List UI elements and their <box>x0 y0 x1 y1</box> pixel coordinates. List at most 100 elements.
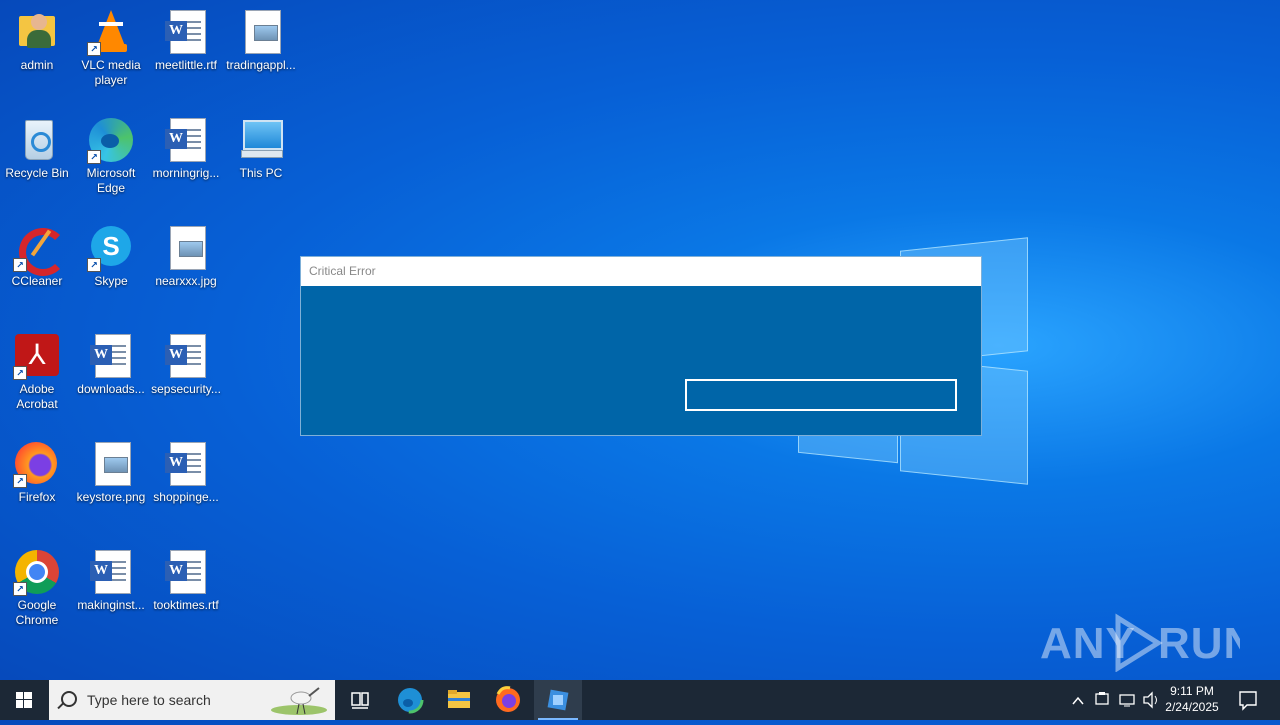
desktop-icon-morningrig[interactable]: W morningrig... <box>149 116 223 181</box>
search-highlight-bird-icon <box>271 687 327 715</box>
acrobat-icon: ⅄ ↗ <box>13 332 61 380</box>
desktop-icon-tradingappl[interactable]: tradingappl... <box>224 8 298 73</box>
taskbar-edge-button[interactable] <box>386 680 434 720</box>
svg-text:RUN: RUN <box>1158 619 1240 668</box>
taskbar: Type here to search 9:11 PM 2/24/2025 <box>0 680 1280 720</box>
desktop-icon-this-pc[interactable]: This PC <box>224 116 298 181</box>
word-document-icon: W <box>162 548 210 596</box>
shortcut-arrow-icon: ↗ <box>87 42 101 56</box>
desktop-icon-tooktimes[interactable]: W tooktimes.rtf <box>149 548 223 613</box>
clock-date: 2/24/2025 <box>1165 700 1219 714</box>
task-view-icon <box>351 692 369 709</box>
chrome-icon: ↗ <box>13 548 61 596</box>
desktop-icon-label: Firefox <box>18 490 56 504</box>
desktop-icon-label: keystore.png <box>76 490 146 504</box>
word-document-icon: W <box>162 440 210 488</box>
desktop-icon-keystore[interactable]: keystore.png <box>74 440 148 505</box>
desktop-icon-label: downloads... <box>77 382 145 396</box>
app-icon <box>547 689 569 711</box>
taskbar-active-app-button[interactable] <box>534 680 582 720</box>
desktop-icon-meetlittle[interactable]: W meetlittle.rtf <box>149 8 223 73</box>
desktop-icon-label: admin <box>20 58 54 72</box>
desktop-icon-adobe-acrobat[interactable]: ⅄ ↗ Adobe Acrobat <box>0 332 74 412</box>
desktop-icon-google-chrome[interactable]: ↗ Google Chrome <box>0 548 74 628</box>
desktop-icon-admin[interactable]: admin <box>0 8 74 73</box>
user-folder-icon <box>13 8 61 56</box>
dialog-title: Critical Error <box>301 257 981 286</box>
notification-icon <box>1239 691 1257 711</box>
dialog-action-button[interactable] <box>685 379 957 411</box>
desktop-icon-label: nearxxx.jpg <box>155 274 217 288</box>
desktop-icon-vlc[interactable]: ↗ VLC media player <box>74 8 148 88</box>
desktop-icon-label: Adobe Acrobat <box>16 382 58 411</box>
word-document-icon: W <box>162 116 210 164</box>
action-center-button[interactable] <box>1224 680 1272 720</box>
desktop-icon-microsoft-edge[interactable]: ↗ Microsoft Edge <box>74 116 148 196</box>
taskbar-file-explorer-button[interactable] <box>435 680 483 720</box>
taskbar-clock[interactable]: 9:11 PM 2/24/2025 <box>1160 683 1224 715</box>
shortcut-arrow-icon: ↗ <box>13 582 27 596</box>
anyrun-logo-icon: ANY RUN <box>1040 613 1255 673</box>
taskbar-firefox-button[interactable] <box>484 680 532 720</box>
word-document-icon: W <box>162 8 210 56</box>
ccleaner-icon: ↗ <box>13 224 67 276</box>
desktop-icon-label: morningrig... <box>152 166 220 180</box>
meet-now-icon[interactable] <box>1095 692 1109 705</box>
desktop-icon-label: Google Chrome <box>15 598 59 627</box>
svg-text:ANY: ANY <box>1040 619 1136 668</box>
desktop-icon-nearxxx[interactable]: nearxxx.jpg <box>149 224 223 289</box>
desktop-icon-downloads[interactable]: W downloads... <box>74 332 148 397</box>
shortcut-arrow-icon: ↗ <box>13 258 27 272</box>
volume-icon[interactable] <box>1143 691 1157 709</box>
recycle-bin-icon <box>13 116 61 164</box>
windows-logo-icon <box>16 692 32 708</box>
desktop-icon-label: tooktimes.rtf <box>153 598 219 612</box>
task-view-button[interactable] <box>336 680 384 720</box>
critical-error-dialog: Critical Error <box>300 256 982 436</box>
desktop-icon-label: makinginst... <box>77 598 145 612</box>
start-button[interactable] <box>0 680 48 720</box>
tray-icons <box>1072 691 1157 709</box>
skype-icon: S ↗ <box>87 224 135 272</box>
desktop-icon-label: Recycle Bin <box>5 166 69 180</box>
desktop-icon-label: Microsoft Edge <box>86 166 136 195</box>
shortcut-arrow-icon: ↗ <box>87 150 101 164</box>
desktop-icon-label: This PC <box>239 166 283 180</box>
desktop-icon-skype[interactable]: S ↗ Skype <box>74 224 148 289</box>
desktop-icon-makinginst[interactable]: W makinginst... <box>74 548 148 613</box>
clock-time: 9:11 PM <box>1170 684 1214 698</box>
desktop-icon-recycle-bin[interactable]: Recycle Bin <box>0 116 74 181</box>
search-placeholder: Type here to search <box>87 692 211 708</box>
computer-icon <box>237 116 285 164</box>
system-tray <box>1068 680 1164 720</box>
edge-icon: ↗ <box>87 116 135 164</box>
desktop-icon-label: tradingappl... <box>226 58 296 72</box>
image-file-icon <box>87 440 135 488</box>
shortcut-arrow-icon: ↗ <box>87 258 101 272</box>
file-explorer-icon <box>448 690 470 708</box>
word-document-icon: W <box>87 332 135 380</box>
desktop-icon-label: shoppinge... <box>153 490 219 504</box>
desktop-icon-label: CCleaner <box>11 274 63 288</box>
anyrun-watermark: ANY RUN <box>1040 612 1255 673</box>
shortcut-arrow-icon: ↗ <box>13 474 27 488</box>
vlc-icon: ↗ <box>87 8 135 56</box>
desktop-icon-firefox[interactable]: ↗ Firefox <box>0 440 74 505</box>
word-document-icon: W <box>87 548 135 596</box>
network-icon[interactable] <box>1119 694 1135 707</box>
word-document-icon: W <box>162 332 210 380</box>
desktop-icon-ccleaner[interactable]: ↗ CCleaner <box>0 224 74 289</box>
desktop-icon-label: VLC media player <box>81 58 141 87</box>
taskbar-search-box[interactable]: Type here to search <box>49 680 335 720</box>
chevron-up-icon[interactable] <box>1072 696 1084 705</box>
desktop-icon-label: meetlittle.rtf <box>154 58 217 72</box>
desktop-icon-label: sepsecurity... <box>151 382 221 396</box>
firefox-icon <box>496 686 520 712</box>
desktop-icon-shoppinge[interactable]: W shoppinge... <box>149 440 223 505</box>
desktop-icon-sepsecurity[interactable]: W sepsecurity... <box>149 332 223 397</box>
image-file-icon <box>237 8 285 56</box>
edge-icon <box>396 686 424 714</box>
search-icon <box>61 691 77 707</box>
desktop-icon-label: Skype <box>94 274 128 288</box>
firefox-icon: ↗ <box>13 440 61 488</box>
